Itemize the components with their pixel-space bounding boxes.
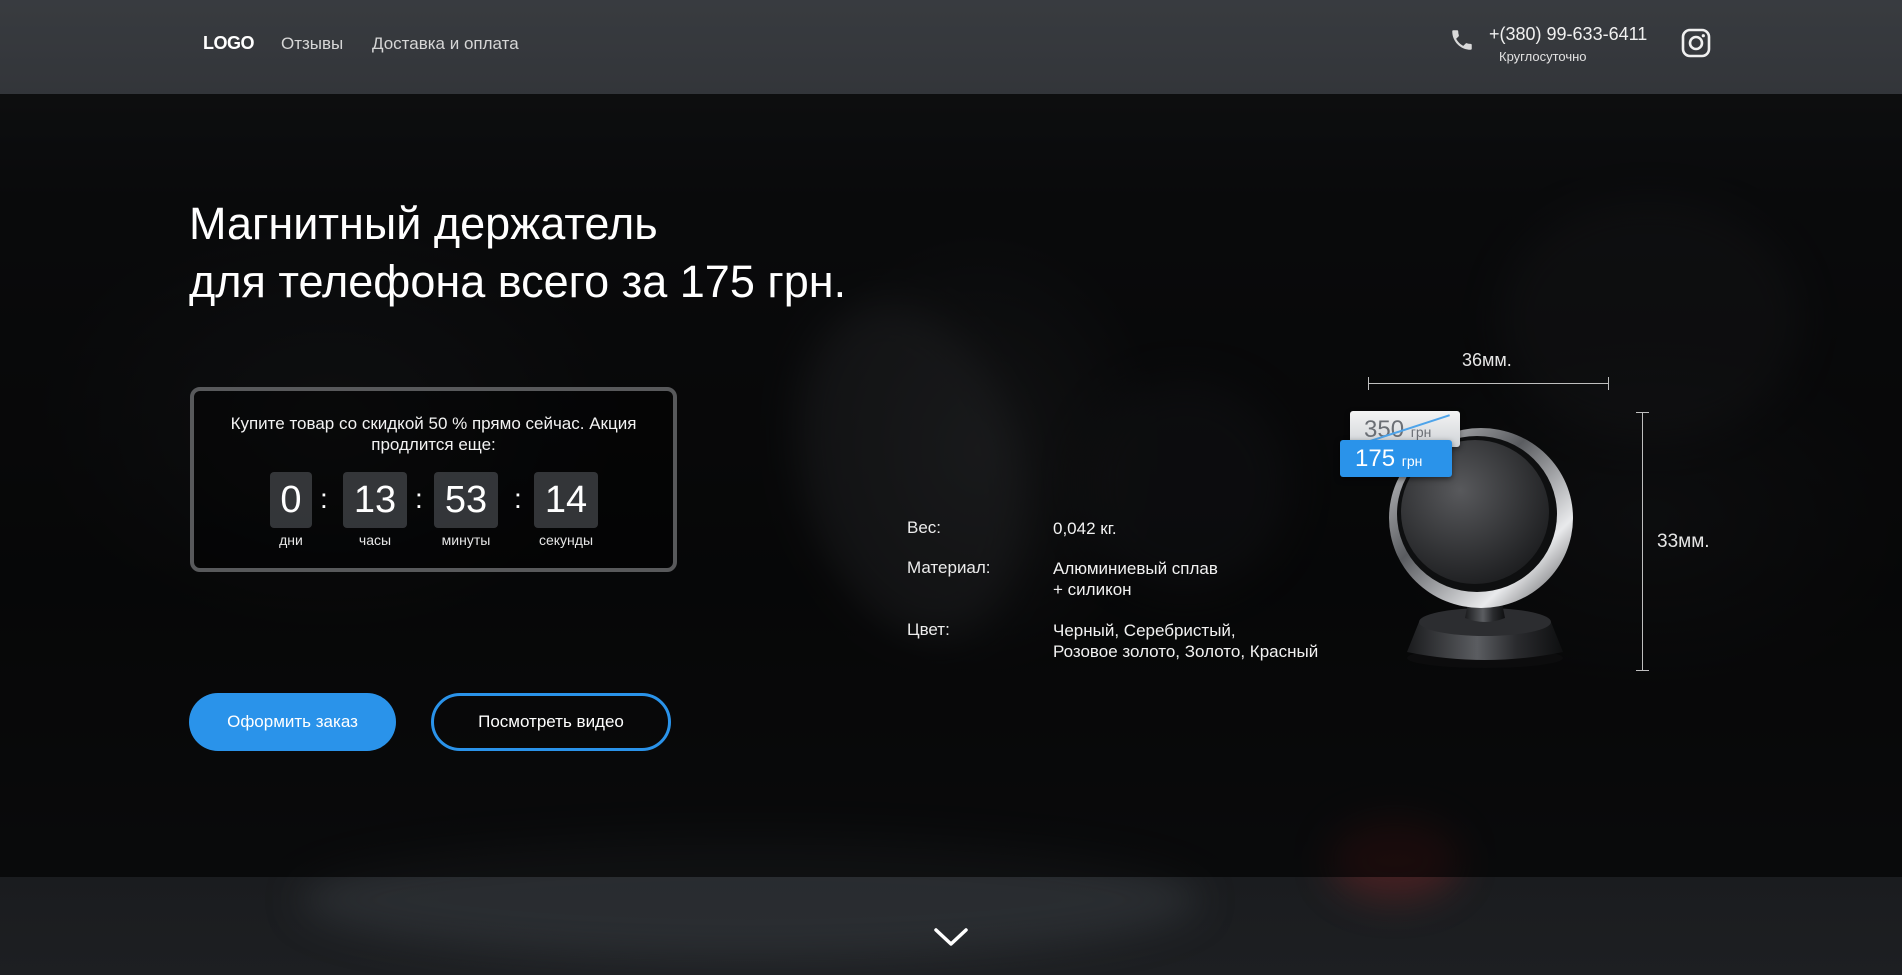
new-price-unit: грн <box>1401 453 1423 469</box>
phone-icon <box>1452 30 1472 50</box>
countdown-hours: 13 часы <box>343 472 407 548</box>
spec-material-label: Материал: <box>907 558 991 577</box>
product-height-label: 33мм. <box>1657 531 1710 552</box>
countdown-minutes: 53 минуты <box>434 472 498 548</box>
hero-title-line: Магнитный держатель <box>189 198 658 249</box>
spec-weight-value: 0,042 кг. <box>1053 519 1117 538</box>
height-dimension-tick <box>1636 670 1649 671</box>
spec-color-line: Черный, Серебристый, <box>1053 621 1236 640</box>
countdown-minutes-label: минуты <box>441 532 491 548</box>
countdown-days-value: 0 <box>270 472 312 528</box>
countdown-hours-label: часы <box>358 532 392 548</box>
countdown-seconds: 14 секунды <box>534 472 598 548</box>
countdown-seconds-value: 14 <box>534 472 598 528</box>
countdown-text: Купите товар со скидкой 50 % прямо сейча… <box>230 414 637 454</box>
countdown-days-label: дни <box>279 532 303 548</box>
product-width-label: 36мм. <box>1462 350 1512 370</box>
chevron-down-icon[interactable] <box>933 926 969 948</box>
spec-color-label: Цвет: <box>907 620 950 639</box>
spec-color-line: Розовое золото, Золото, Красный <box>1053 642 1319 661</box>
width-dimension-tick <box>1368 377 1369 390</box>
spec-material-line: + силикон <box>1053 580 1132 599</box>
watch-video-button[interactable]: Посмотреть видео <box>431 693 671 751</box>
countdown-separator: : <box>514 483 522 514</box>
height-dimension-line <box>1642 412 1643 671</box>
width-dimension-line <box>1368 383 1609 384</box>
site-header: LOGO Отзывы Доставка и оплата +(380) 99-… <box>0 0 1902 94</box>
hero-title-line: для телефона всего за 175 грн. <box>189 256 847 307</box>
spec-material-value: Алюминиевый сплав + силикон <box>1053 558 1218 600</box>
countdown-separator: : <box>320 483 328 514</box>
phone-number-link[interactable]: +(380) 99-633-6411 <box>1489 24 1647 45</box>
spec-color-value: Черный, Серебристый, Розовое золото, Зол… <box>1053 620 1318 662</box>
new-price-tag: 175 грн <box>1340 440 1452 477</box>
nav-link-delivery[interactable]: Доставка и оплата <box>372 34 519 54</box>
order-button[interactable]: Оформить заказ <box>189 693 396 751</box>
width-dimension-tick <box>1608 377 1609 390</box>
height-dimension-tick <box>1636 412 1649 413</box>
phone-hours: Круглосуточно <box>1499 49 1587 64</box>
spec-weight-label: Вес: <box>907 518 942 537</box>
new-price-value: 175 <box>1355 445 1396 472</box>
nav-link-reviews[interactable]: Отзывы <box>281 34 343 54</box>
landing-page: LOGO Отзывы Доставка и оплата +(380) 99-… <box>0 0 1902 975</box>
countdown-box: Купите товар со скидкой 50 % прямо сейча… <box>190 387 677 572</box>
logo[interactable]: LOGO <box>203 33 255 54</box>
hero-title: Магнитный держатель для телефона всего з… <box>189 195 846 311</box>
countdown-minutes-value: 53 <box>434 472 498 528</box>
spec-material-line: Алюминиевый сплав <box>1053 559 1218 578</box>
instagram-icon[interactable] <box>1681 28 1711 58</box>
countdown-seconds-label: секунды <box>538 532 594 548</box>
countdown-days: 0 дни <box>270 472 312 548</box>
countdown-hours-value: 13 <box>343 472 407 528</box>
countdown-separator: : <box>415 483 423 514</box>
